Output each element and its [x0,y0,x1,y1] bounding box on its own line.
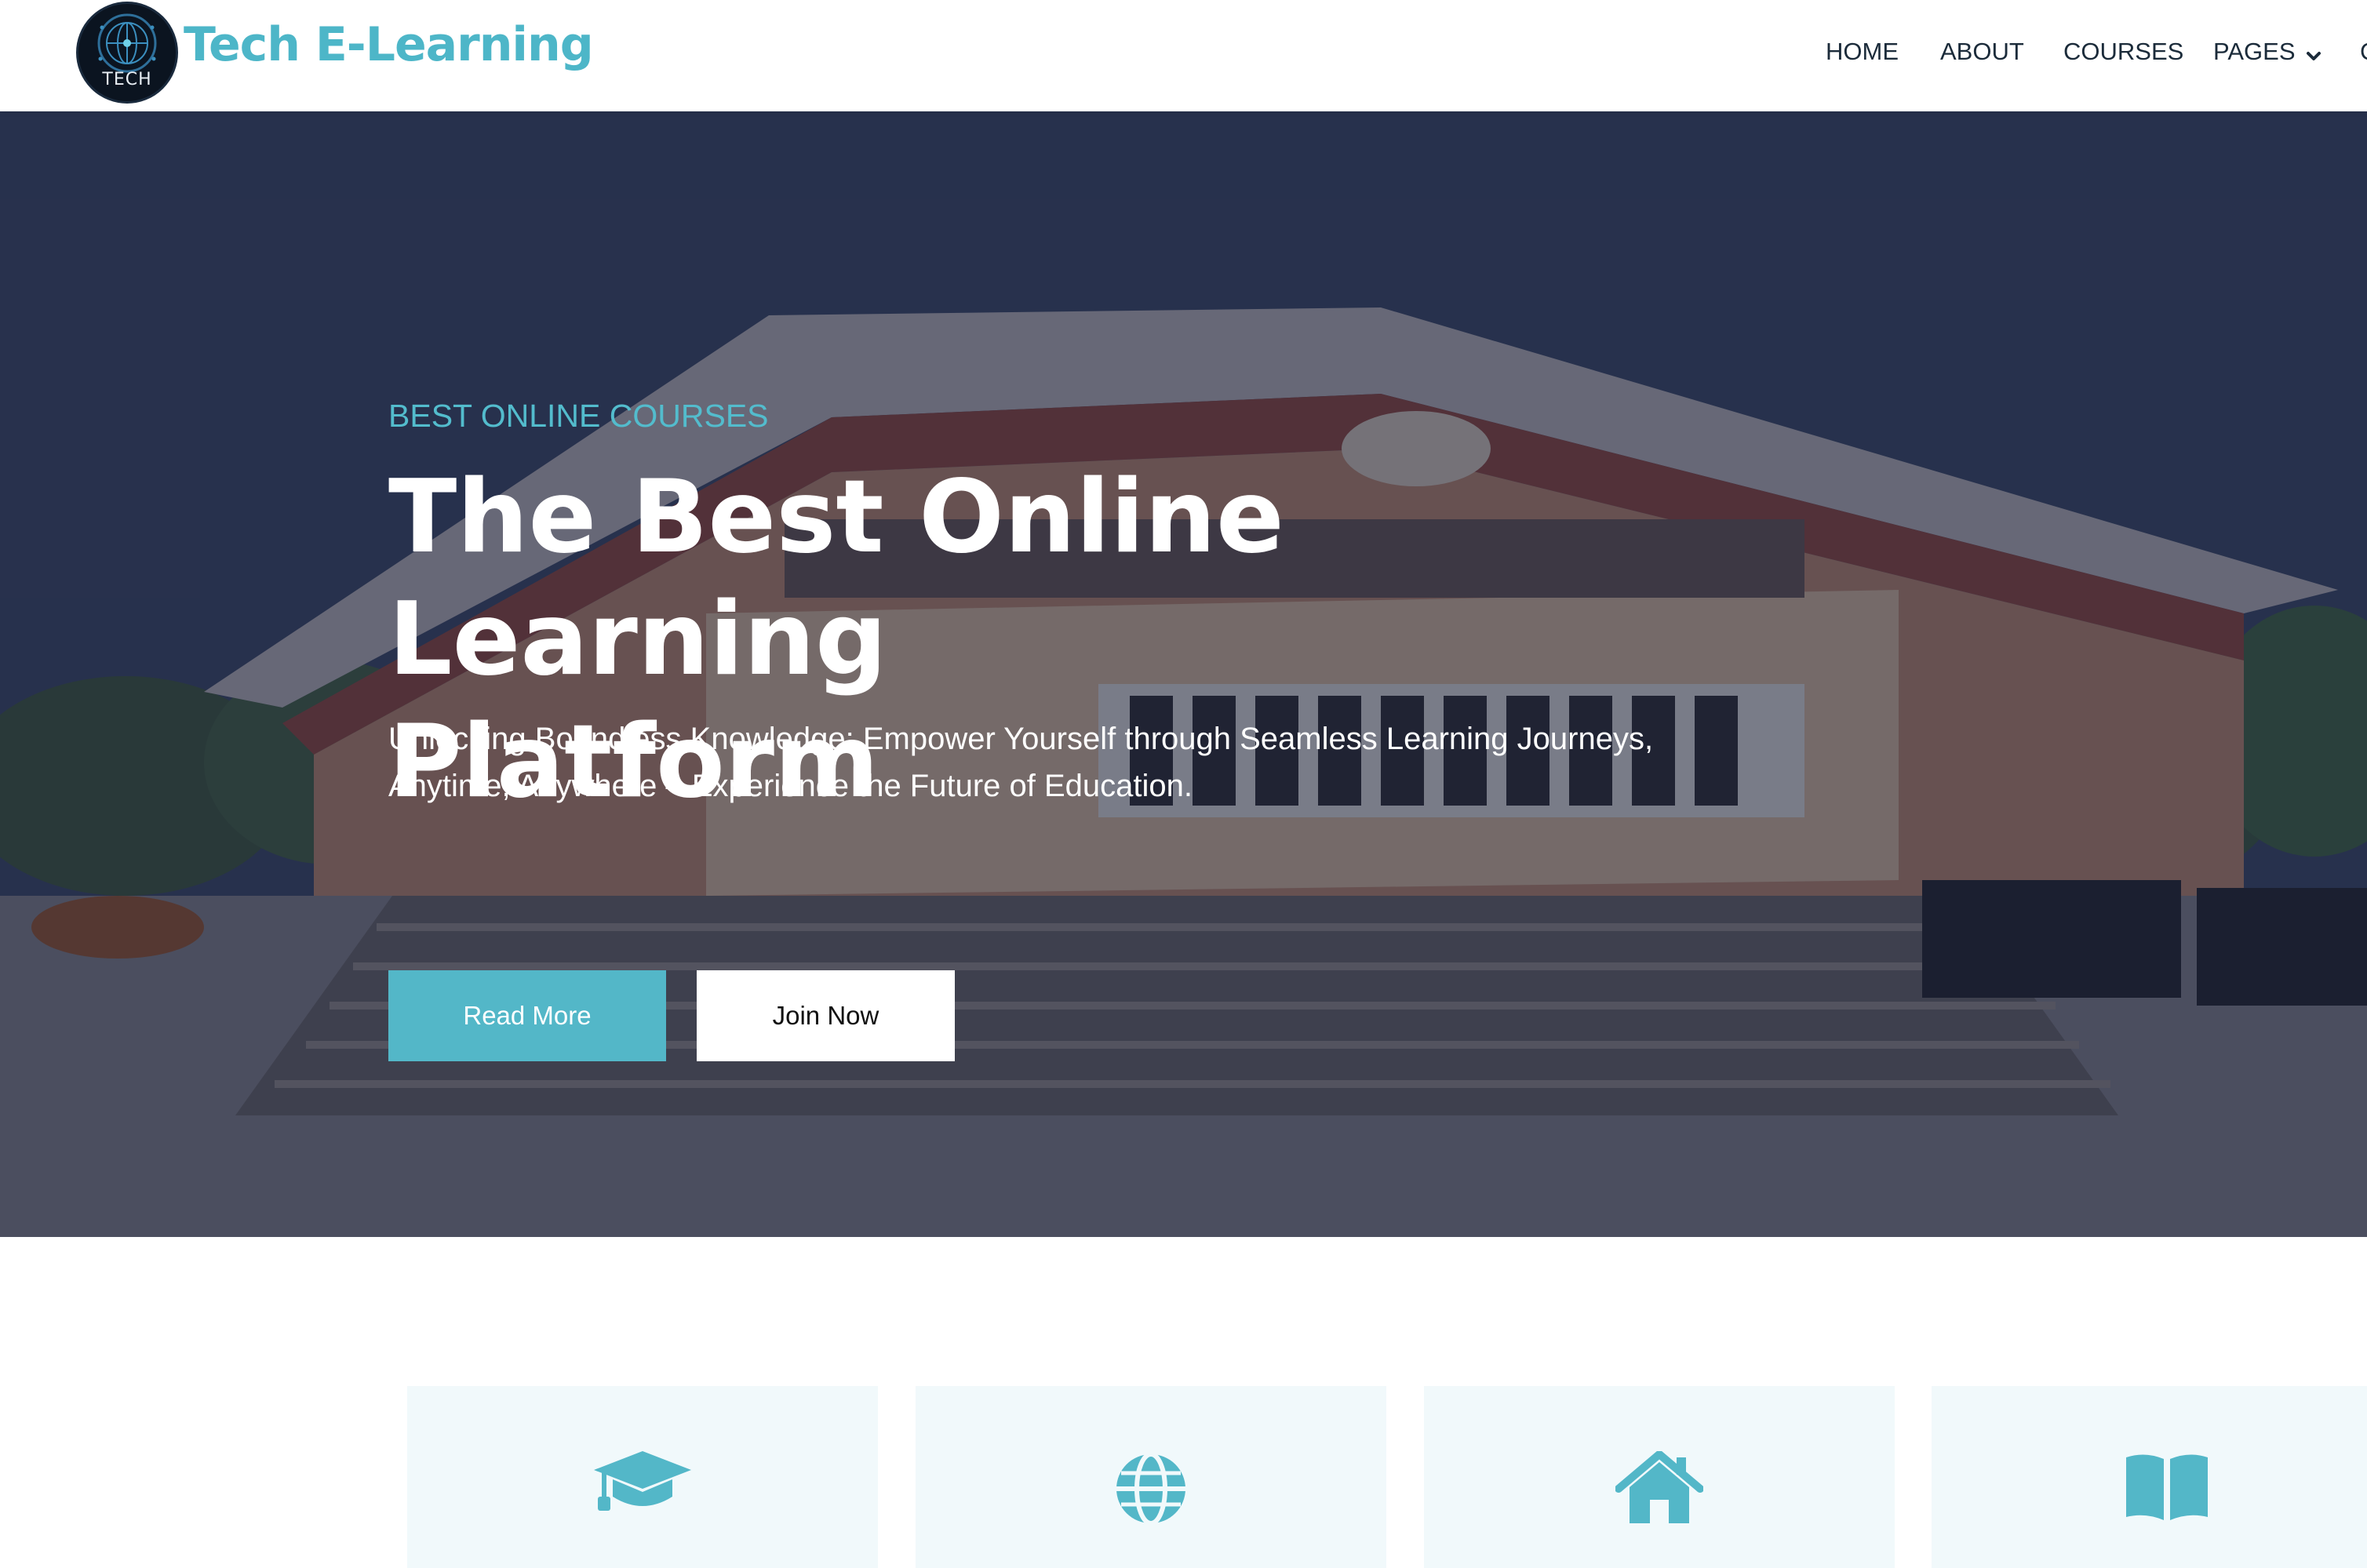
page: TECH Tech E-Learning HOME ABOUT COURSES … [0,0,2367,1568]
hero-subtitle-line2: Anytime, Anywhere – Experience the Futur… [388,769,1193,803]
graduation-cap-icon [594,1451,691,1518]
nav-home[interactable]: HOME [1826,36,1899,67]
nav-pages[interactable]: PAGES [2213,36,2322,67]
hero-eyebrow: BEST ONLINE COURSES [388,398,769,434]
hero-title-line1: The Best Online Learning [388,459,1284,698]
feature-card-graduation[interactable] [407,1386,878,1568]
book-open-icon [2123,1451,2211,1524]
feature-card-home[interactable] [1424,1386,1895,1568]
hero-section: BEST ONLINE COURSES The Best Online Lear… [0,111,2367,1237]
logo-badge[interactable]: TECH [76,2,178,104]
read-more-button[interactable]: Read More [388,970,666,1061]
top-navbar: TECH Tech E-Learning HOME ABOUT COURSES … [0,0,2367,111]
hero-subtitle-line1: Unlocking Boundless Knowledge: Empower Y… [388,722,1654,756]
chevron-down-icon [2305,43,2322,60]
home-icon [1615,1450,1704,1527]
nav-courses[interactable]: COURSES [2063,36,2183,67]
hero-subtitle: Unlocking Boundless Knowledge: Empower Y… [388,715,1738,809]
brand-name[interactable]: Tech E-Learning [184,17,594,72]
logo-text: TECH [102,70,152,89]
feature-card-globe[interactable] [916,1386,1386,1568]
nav-contact-partial[interactable]: C [2360,36,2367,67]
feature-card-book[interactable] [1932,1386,2367,1568]
nav-pages-label: PAGES [2213,38,2296,65]
join-now-button[interactable]: Join Now [697,970,955,1061]
globe-icon [1113,1451,1189,1530]
globe-circuit-logo-icon [97,13,157,73]
nav-about[interactable]: ABOUT [1940,36,2024,67]
